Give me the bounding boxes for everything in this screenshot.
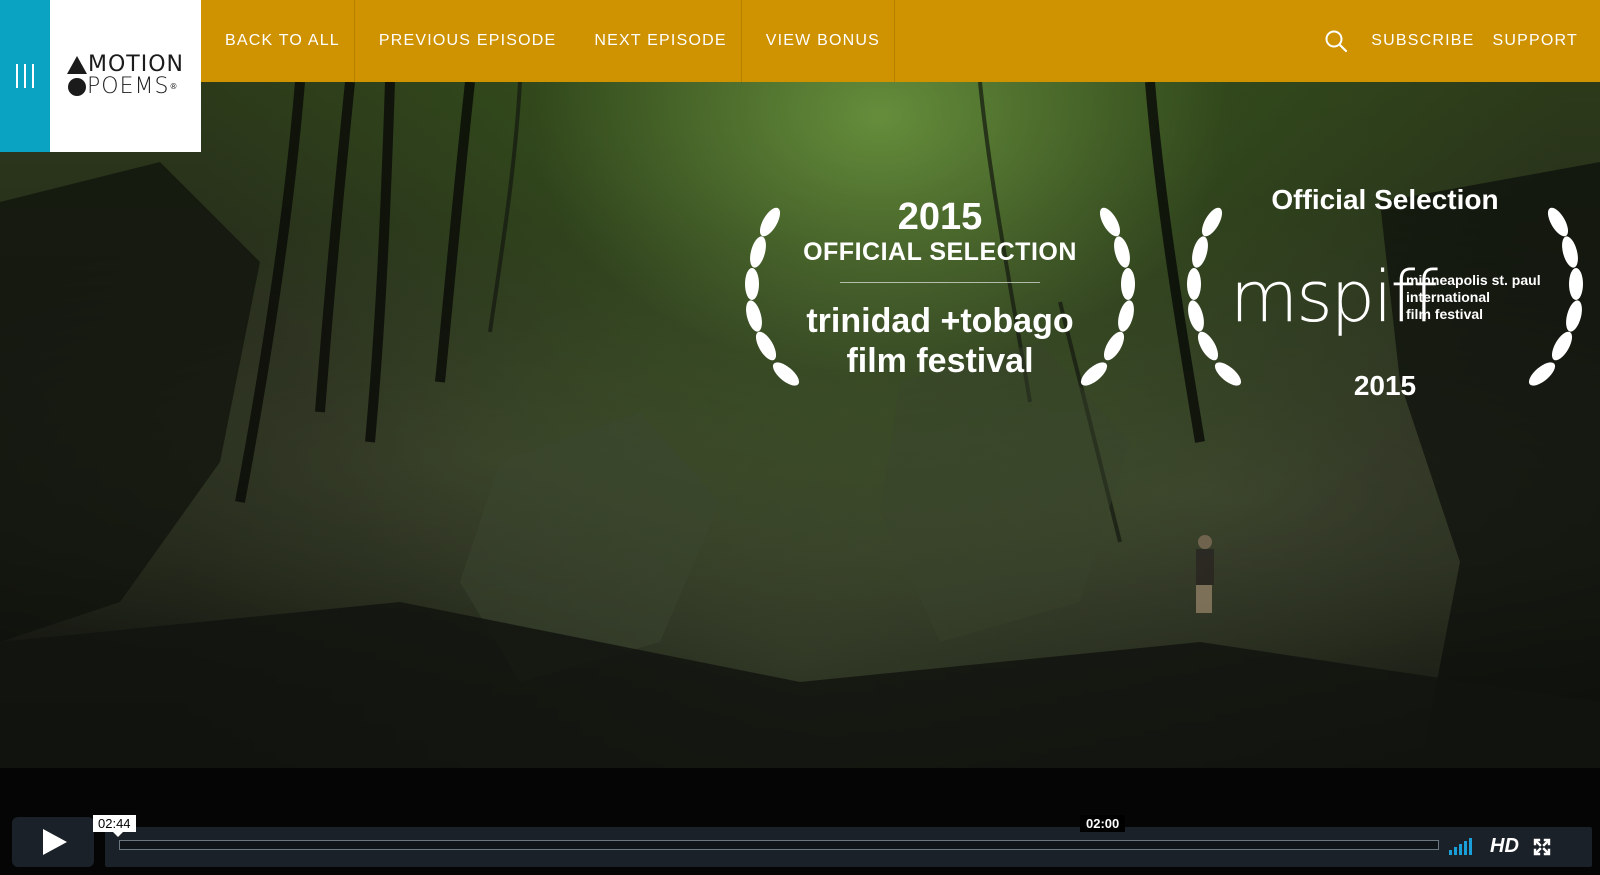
back-to-all-link[interactable]: BACK TO ALL — [201, 0, 355, 82]
hamburger-icon — [16, 64, 34, 88]
hd-toggle-button[interactable]: HD — [1490, 835, 1519, 858]
laurel-2-brand-subtitle: minneapolis st. paul international film … — [1406, 272, 1556, 323]
player-control-bar: HD — [105, 827, 1592, 867]
logo-triangle-shape — [67, 56, 87, 74]
video-frame[interactable]: 2015 OFFICIAL SELECTION trinidad +tobago… — [0, 82, 1600, 768]
laurel-2-brand-sub-1: minneapolis st. paul — [1406, 272, 1541, 288]
laurel-2-selection: Official Selection — [1271, 184, 1499, 215]
hover-time-tooltip: 02:00 — [1080, 815, 1126, 832]
play-icon — [43, 829, 67, 855]
top-navigation-bar: BACK TO ALL PREVIOUS EPISODE NEXT EPISOD… — [0, 0, 1600, 82]
utility-nav: SUBSCRIBE SUPPORT — [1323, 0, 1578, 82]
view-bonus-link[interactable]: VIEW BONUS — [742, 0, 895, 82]
logo-line1: MOTION — [88, 52, 184, 77]
laurel-2-brand-sub-3: film festival — [1406, 306, 1484, 322]
support-link[interactable]: SUPPORT — [1493, 32, 1578, 50]
progress-bar[interactable] — [119, 840, 1439, 850]
previous-episode-link[interactable]: PREVIOUS EPISODE — [355, 0, 570, 82]
logo-registered-mark: ® — [169, 82, 179, 91]
laurel-1-year: 2015 — [897, 196, 983, 238]
laurel-1-selection: OFFICIAL SELECTION — [803, 238, 1077, 266]
duration-label: 02:44 — [93, 815, 136, 837]
laurel-1-divider — [840, 282, 1040, 283]
motion-poems-logo: MOTION POEMS ® — [67, 54, 184, 98]
laurel-1-festival-line1: trinidad +tobago — [806, 302, 1074, 340]
play-button[interactable] — [12, 817, 94, 867]
festival-laurel-trinidad-tobago: 2015 OFFICIAL SELECTION trinidad +tobago… — [730, 182, 1150, 412]
fullscreen-icon[interactable] — [1533, 838, 1551, 856]
logo-dot-shape — [68, 78, 86, 96]
volume-icon[interactable] — [1449, 837, 1479, 855]
subscribe-link[interactable]: SUBSCRIBE — [1371, 32, 1474, 50]
menu-toggle-button[interactable] — [0, 0, 50, 152]
laurel-2-brand-sub-2: international — [1406, 289, 1491, 305]
festival-laurel-mspiff: Official Selection mspiff minneapolis st… — [1170, 182, 1600, 412]
laurel-1-festival-line2: film festival — [846, 342, 1034, 380]
next-episode-link[interactable]: NEXT EPISODE — [570, 0, 742, 82]
episode-nav: BACK TO ALL PREVIOUS EPISODE NEXT EPISOD… — [201, 0, 895, 82]
laurel-2-brand: mspiff — [1230, 256, 1438, 338]
logo-line2: POEMS — [87, 74, 170, 99]
laurel-2-year: 2015 — [1353, 370, 1417, 401]
site-logo[interactable]: MOTION POEMS ® — [50, 0, 201, 152]
search-icon[interactable] — [1323, 28, 1349, 54]
